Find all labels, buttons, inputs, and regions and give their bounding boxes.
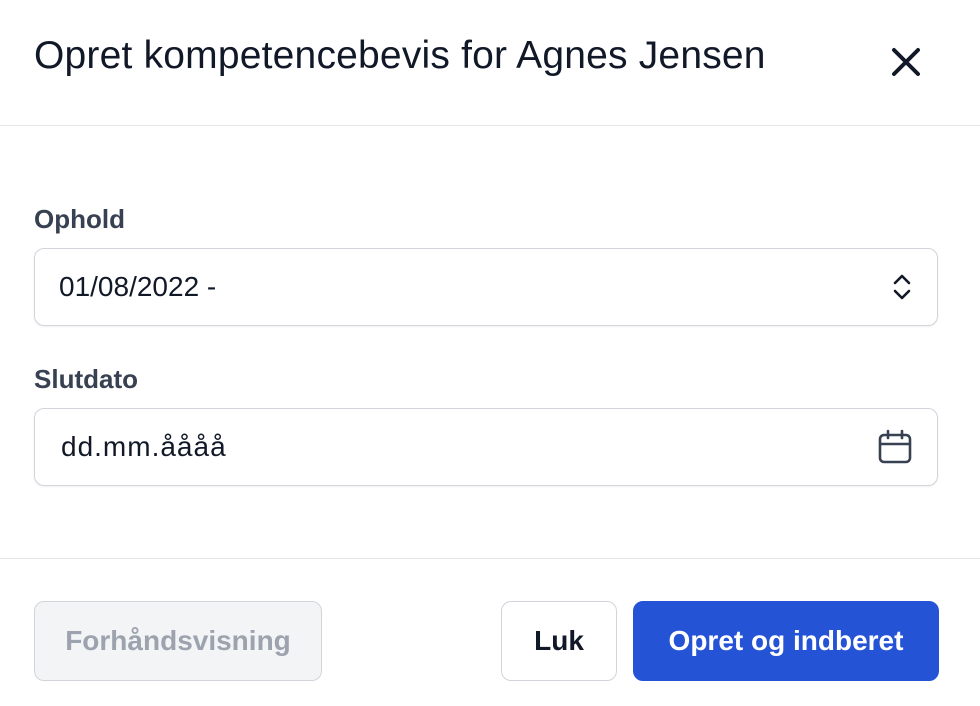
dialog-body: Ophold 01/08/2022 - Slutdato dd.mm.åååå bbox=[0, 126, 980, 559]
close-dialog-button[interactable]: Luk bbox=[501, 601, 617, 681]
end-date-field[interactable]: dd.mm.åååå bbox=[34, 408, 938, 486]
stay-select[interactable]: 01/08/2022 - bbox=[34, 248, 938, 326]
calendar-icon[interactable] bbox=[877, 429, 913, 465]
chevron-up-down-icon bbox=[891, 272, 913, 302]
stay-label: Ophold bbox=[34, 204, 125, 234]
create-certificate-dialog: Opret kompetencebevis for Agnes Jensen O… bbox=[0, 0, 980, 706]
create-and-submit-button[interactable]: Opret og indberet bbox=[633, 601, 939, 681]
close-button[interactable] bbox=[878, 34, 934, 90]
end-date-label: Slutdato bbox=[34, 364, 138, 394]
preview-button[interactable]: Forhåndsvisning bbox=[34, 601, 322, 681]
dialog-header: Opret kompetencebevis for Agnes Jensen bbox=[0, 0, 980, 126]
dialog-footer: Forhåndsvisning Luk Opret og indberet bbox=[0, 559, 980, 705]
end-date-placeholder: dd.mm.åååå bbox=[61, 431, 227, 462]
dialog-title: Opret kompetencebevis for Agnes Jensen bbox=[34, 34, 766, 77]
stay-select-value: 01/08/2022 - bbox=[59, 271, 217, 302]
close-icon bbox=[892, 48, 920, 76]
